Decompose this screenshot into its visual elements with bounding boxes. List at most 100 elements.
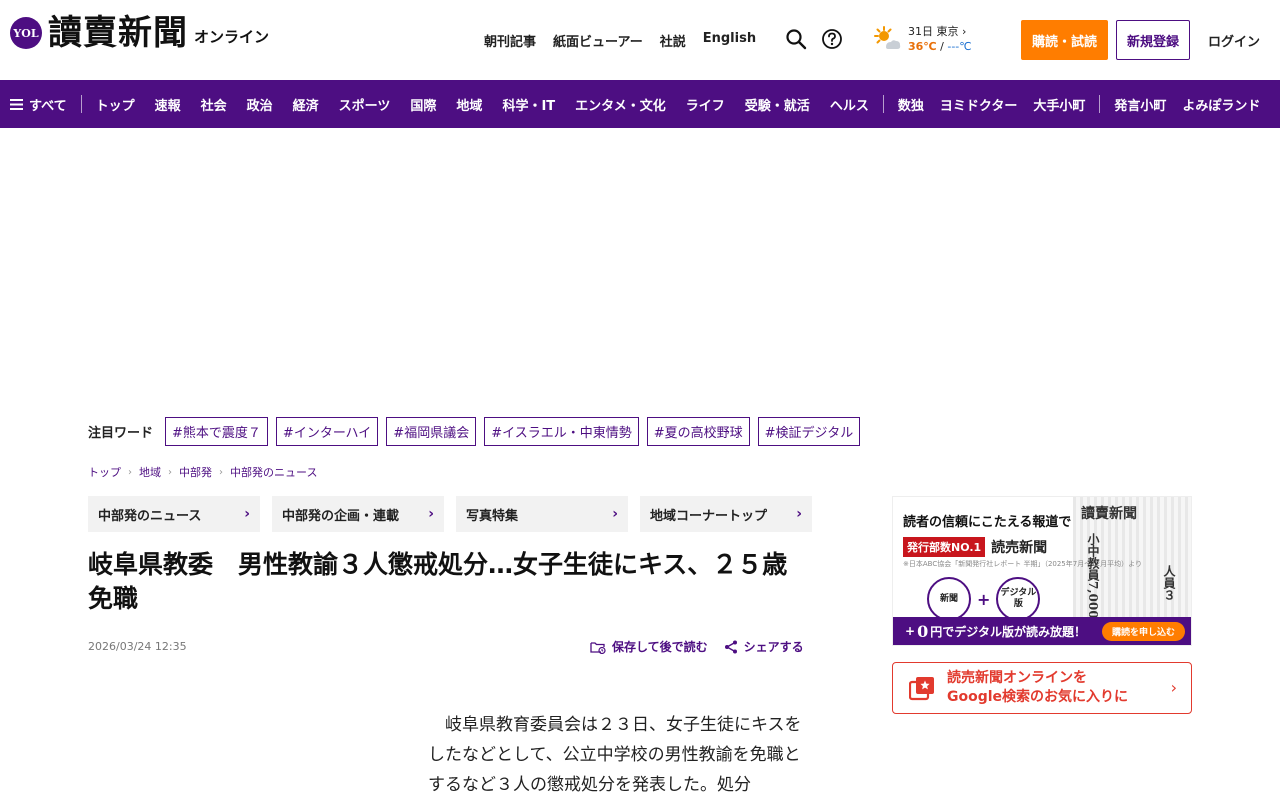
login-button[interactable]: ログイン [1200,20,1268,60]
subscription-promo-banner[interactable]: 讀賣新聞 小中教員7,000人増 人員３ 読者の信頼にこたえる報道で 発行部数N… [892,496,1192,646]
top-link-viewer[interactable]: 紙面ビューアー [553,31,643,50]
top-link-editorial[interactable]: 社説 [660,31,686,50]
site-logo[interactable]: YOL 讀賣新聞 オンライン [10,16,269,50]
nav-item-top[interactable]: トップ [96,95,135,114]
temp-separator: / [936,40,948,53]
nav-item-sports[interactable]: スポーツ [339,95,391,114]
nav-item-health[interactable]: ヘルス [830,95,869,114]
weather-date-city: 31日 東京 [908,25,959,38]
section-tab-label: 中部発のニュース [98,508,202,524]
nav-item-society[interactable]: 社会 [201,95,227,114]
chevron-right-icon: › [796,506,802,522]
section-tab[interactable]: 中部発の企画・連載 › [272,496,444,532]
chevron-right-icon: › [612,506,618,522]
hot-word-tag[interactable]: #福岡県議会 [386,417,477,446]
top-link-morning[interactable]: 朝刊記事 [484,31,536,50]
nav-item-economy[interactable]: 経済 [293,95,319,114]
breadcrumb-item[interactable]: 地域 [139,464,161,480]
hot-word-tag[interactable]: #イスラエル・中東情勢 [484,417,639,446]
save-later-label: 保存して後で読む [612,640,708,654]
section-tabs: 中部発のニュース › 中部発の企画・連載 › 写真特集 › 地域コーナートップ › [88,496,812,532]
promo-circle-paper: 新聞 [927,577,971,621]
hot-words: 注目ワード #熊本で震度７ #インターハイ #福岡県議会 #イスラエル・中東情勢… [88,417,868,446]
nav-item-exams[interactable]: 受験・就活 [745,95,810,114]
nav-item-world[interactable]: 国際 [410,95,436,114]
share-button[interactable]: シェアする [724,638,804,655]
nav-item-news[interactable]: 速報 [155,95,181,114]
site-header: YOL 讀賣新聞 オンライン 朝刊記事 紙面ビューアー 社説 English 3… [0,0,1280,80]
breadcrumb-item[interactable]: トップ [88,464,121,480]
temp-high: 36℃ [908,40,937,53]
nav-divider [1099,95,1101,113]
section-tab[interactable]: 中部発のニュース › [88,496,260,532]
share-icon [724,640,737,653]
nav-item-life[interactable]: ライフ [686,95,725,114]
promo-bar-text: 円でデジタル版が読み放題！ [930,624,1086,639]
weather-widget[interactable]: 31日 東京 › 36℃ / ---℃ [872,24,972,54]
section-tab[interactable]: 地域コーナートップ › [640,496,812,532]
nav-item-science[interactable]: 科学・IT [502,95,555,114]
nav-item-sudoku[interactable]: 数独 [898,95,924,114]
nav-divider [882,95,884,113]
promo-bar-zero: 0 [917,621,929,641]
subscribe-button[interactable]: 購読・試読 [1021,20,1108,60]
logo-title: 讀賣新聞 [48,13,188,53]
save-later-button[interactable]: 保存して後で読む [590,638,708,655]
promo-cta-button[interactable]: 購読を申し込む [1101,622,1185,641]
hot-word-tag[interactable]: #インターハイ [275,417,379,446]
hot-word-tag[interactable]: #検証デジタル [757,417,861,446]
promo-bar-prefix: + [905,624,916,638]
breadcrumb: トップ › 地域 › 中部発 › 中部発のニュース [88,464,317,480]
section-tab-label: 写真特集 [466,508,519,524]
article-title: 岐阜県教委 男性教諭３人懲戒処分…女子生徒にキス、２５歳免職 [88,550,788,613]
chevron-right-icon: › [219,466,223,478]
yol-logo-icon: YOL [10,17,42,49]
hot-word-tag[interactable]: #夏の高校野球 [646,417,750,446]
paper-title: 讀賣新聞 [1081,506,1137,522]
temp-low: ---℃ [947,40,972,53]
sun-cloud-icon [874,26,901,49]
breadcrumb-item[interactable]: 中部発 [179,464,212,480]
register-button[interactable]: 新規登録 [1116,20,1190,60]
nav-item-hatsugen[interactable]: 発言小町 [1114,95,1166,114]
breadcrumb-item[interactable]: 中部発のニュース [230,464,317,480]
promo-name: 読売新聞 [991,540,1048,556]
section-tab-label: 地域コーナートップ [650,508,768,524]
article-actions: 保存して後で読む シェアする [590,638,804,655]
hot-word-tag[interactable]: #熊本で震度７ [165,417,268,446]
article-body: 岐阜県教育委員会は２３日、女子生徒にキスをしたなどとして、公立中学校の男性教諭を… [428,715,802,795]
promo-plus: + [977,589,991,609]
nav-item-politics[interactable]: 政治 [247,95,273,114]
promo-circle-digital: デジタル版 [996,577,1041,621]
chevron-right-icon: › [428,506,434,522]
top-link-english[interactable]: English [703,31,756,50]
google-favorite-banner[interactable]: 読売新聞オンラインを Google検索のお気に入りに › [892,662,1192,714]
search-icon[interactable] [785,28,807,50]
hamburger-icon [10,98,23,110]
chevron-right-icon: › [244,506,250,522]
nav-all-menu[interactable]: すべて [0,95,67,114]
folder-clock-icon [590,641,606,654]
help-icon[interactable] [821,28,843,50]
promo-bar: +0 円でデジタル版が読み放題！ 購読を申し込む [893,617,1191,645]
logo-subtitle: オンライン [194,27,270,46]
nav-item-entertainment[interactable]: エンタメ・文化 [575,95,666,114]
promo-headline: 読者の信頼にこたえる報道で [903,515,1072,530]
nav-item-yomipo[interactable]: よみぽランド [1182,95,1260,114]
star-bookmark-icon [909,677,934,701]
chevron-right-icon: › [962,25,967,38]
article-date: 2026/03/24 12:35 [88,640,187,653]
promo-note: ※日本ABC協会「新聞発行社レポート 半期」（2025年7月〜12月平均）より [903,560,1142,568]
nav-all-label: すべて [29,98,67,114]
top-links: 朝刊記事 紙面ビューアー 社説 English [484,31,773,50]
section-tab-label: 中部発の企画・連載 [282,508,400,524]
paper-headline-2: 人員３ [1162,565,1176,601]
chevron-right-icon: › [168,466,172,478]
section-tab[interactable]: 写真特集 › [456,496,628,532]
nav-item-local[interactable]: 地域 [456,95,482,114]
nav-item-komachi[interactable]: 大手小町 [1033,95,1085,114]
nav-item-yomidr[interactable]: ヨミドクター [940,95,1017,114]
google-fav-line1: 読売新聞オンラインを [947,670,1087,686]
nav-divider [80,95,82,113]
promo-badge: 発行部数NO.1 [903,537,986,557]
